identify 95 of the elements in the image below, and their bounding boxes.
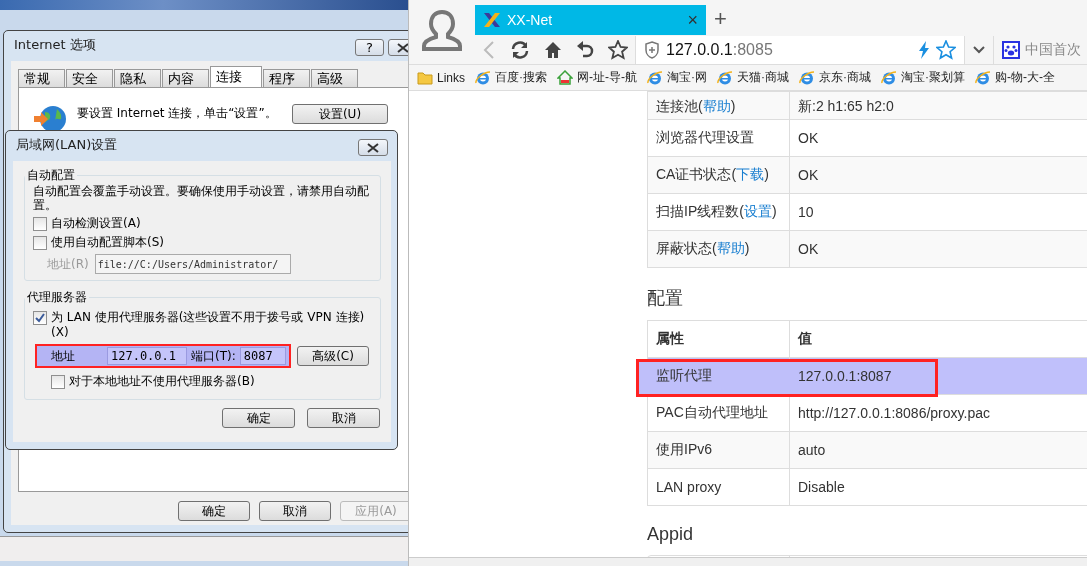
- property-label: 监听代理: [656, 367, 712, 383]
- value-text: Disable: [798, 479, 845, 495]
- checkbox-label: 为 LAN 使用代理服务器(这些设置不用于拨号或 VPN 连接)(X): [51, 310, 366, 340]
- e-logo-icon: [799, 69, 815, 86]
- link[interactable]: 下载: [736, 166, 765, 182]
- value-text: http://127.0.0.1:8086/proxy.pac: [798, 405, 990, 421]
- e-logo-icon: [881, 69, 897, 86]
- group-title: 自动配置: [26, 167, 76, 184]
- dialog-button[interactable]: 取消: [259, 501, 331, 521]
- dialog-title: 局域网(LAN)设置: [16, 136, 118, 154]
- proxy-address-field[interactable]: 127.0.0.1: [107, 347, 187, 365]
- tab[interactable]: 常规: [18, 69, 65, 87]
- tab-close-button[interactable]: ×: [687, 9, 698, 31]
- star-icon[interactable]: [608, 40, 628, 60]
- tab[interactable]: 程序: [263, 69, 310, 87]
- column-header: 属性: [656, 330, 684, 346]
- value-text: 10: [798, 204, 814, 220]
- description-text: 自动配置会覆盖手动设置。要确保使用手动设置，请禁用自动配置。: [33, 184, 370, 212]
- checkbox-label: 自动检测设置(A): [51, 216, 141, 231]
- value-text: OK: [798, 241, 819, 257]
- tab[interactable]: 高级: [311, 69, 358, 87]
- checkbox-label: 使用自动配置脚本(S): [51, 235, 164, 250]
- value-text: auto: [798, 442, 826, 458]
- bookmark-link[interactable]: 京东·商城: [799, 69, 871, 86]
- advanced-button[interactable]: 高级(C): [297, 346, 369, 366]
- section-heading: Appid: [647, 524, 695, 545]
- bookmark-link[interactable]: 淘宝·网: [647, 69, 707, 86]
- settings-button[interactable]: 设置(U): [292, 104, 388, 124]
- checkbox-label: 对于本地地址不使用代理服务器(B): [69, 374, 255, 389]
- star-icon[interactable]: [936, 40, 956, 60]
- e-logo-icon: [475, 69, 491, 86]
- instruction-text: 要设置 Internet 连接，单击“设置”。: [77, 105, 278, 122]
- window-title: Internet 选项: [14, 36, 96, 54]
- e-logo-icon: [647, 69, 663, 86]
- reload-icon[interactable]: [510, 40, 530, 60]
- link[interactable]: 帮助: [716, 240, 745, 256]
- tab[interactable]: 连接: [210, 66, 262, 87]
- property-label: PAC自动代理地址: [656, 404, 768, 420]
- property-label: 使用IPv6: [656, 441, 712, 457]
- property-label: 浏览器代理设置: [656, 129, 754, 145]
- property-label: 扫描IP线程数(设置): [656, 203, 777, 219]
- section-heading: 配置: [647, 287, 684, 310]
- link[interactable]: 设置: [743, 203, 772, 219]
- tab-title: XX-Net: [507, 12, 554, 28]
- field-label: 地址(R): [47, 255, 89, 273]
- value-text: OK: [798, 130, 819, 146]
- tab[interactable]: 安全: [66, 69, 113, 87]
- value-text: 新:2 h1:65 h2:0: [798, 98, 894, 114]
- property-label: 连接池(帮助): [656, 98, 736, 114]
- chevron-down-icon[interactable]: [972, 45, 986, 55]
- link[interactable]: 帮助: [702, 98, 731, 114]
- tab[interactable]: 内容: [162, 69, 209, 87]
- paw-icon: [1002, 41, 1020, 59]
- field-label: 地址: [51, 347, 76, 365]
- home-icon[interactable]: [544, 41, 562, 59]
- column-header: 值: [798, 330, 812, 346]
- bookmark-link[interactable]: 购-物-大-全: [975, 69, 1055, 86]
- house-icon: [557, 69, 573, 86]
- new-tab-button[interactable]: +: [706, 6, 735, 32]
- dialog-button[interactable]: 取消: [307, 408, 380, 428]
- e-logo-icon: [975, 69, 991, 86]
- shield-icon: [644, 41, 660, 59]
- url-text: 127.0.0.1:8085: [666, 41, 774, 59]
- port-field[interactable]: 8087: [239, 347, 286, 365]
- field-label: 端口(T):: [191, 347, 236, 365]
- checkbox[interactable]: [33, 217, 47, 231]
- bookmark-link[interactable]: Links: [417, 70, 465, 85]
- group-title: 代理服务器: [26, 289, 88, 306]
- folder-icon: [417, 70, 433, 85]
- value-text: 127.0.0.1:8087: [798, 368, 892, 384]
- close-icon: [397, 42, 408, 53]
- avatar-icon[interactable]: [420, 8, 464, 52]
- checkbox[interactable]: [33, 236, 47, 250]
- undo-icon[interactable]: [576, 41, 594, 59]
- browser-tab[interactable]: XX-Net ×: [475, 5, 706, 35]
- checkbox[interactable]: [51, 375, 65, 389]
- x-logo-icon: [483, 12, 501, 28]
- bookmark-link[interactable]: 天猫·商城: [717, 69, 789, 86]
- lightning-icon[interactable]: [918, 41, 930, 59]
- property-label: LAN proxy: [656, 479, 722, 495]
- close-button[interactable]: [358, 139, 388, 156]
- dialog-button[interactable]: 确定: [222, 408, 295, 428]
- bookmark-link[interactable]: 网-址-导-航: [557, 69, 637, 86]
- dialog-button[interactable]: 确定: [178, 501, 250, 521]
- tab[interactable]: 隐私: [114, 69, 161, 87]
- close-icon: [367, 142, 379, 153]
- property-label: CA证书状态(下载): [656, 166, 769, 182]
- value-text: OK: [798, 167, 819, 183]
- help-button[interactable]: ?: [355, 39, 384, 56]
- address-bar[interactable]: 127.0.0.1:8085: [635, 36, 965, 64]
- e-logo-icon: [717, 69, 733, 86]
- bookmark-link[interactable]: 百度·搜索: [475, 69, 547, 86]
- checkbox[interactable]: [33, 311, 47, 325]
- property-label: 屏蔽状态(帮助): [656, 240, 750, 256]
- bookmark-link[interactable]: 淘宝·聚划算: [881, 69, 965, 86]
